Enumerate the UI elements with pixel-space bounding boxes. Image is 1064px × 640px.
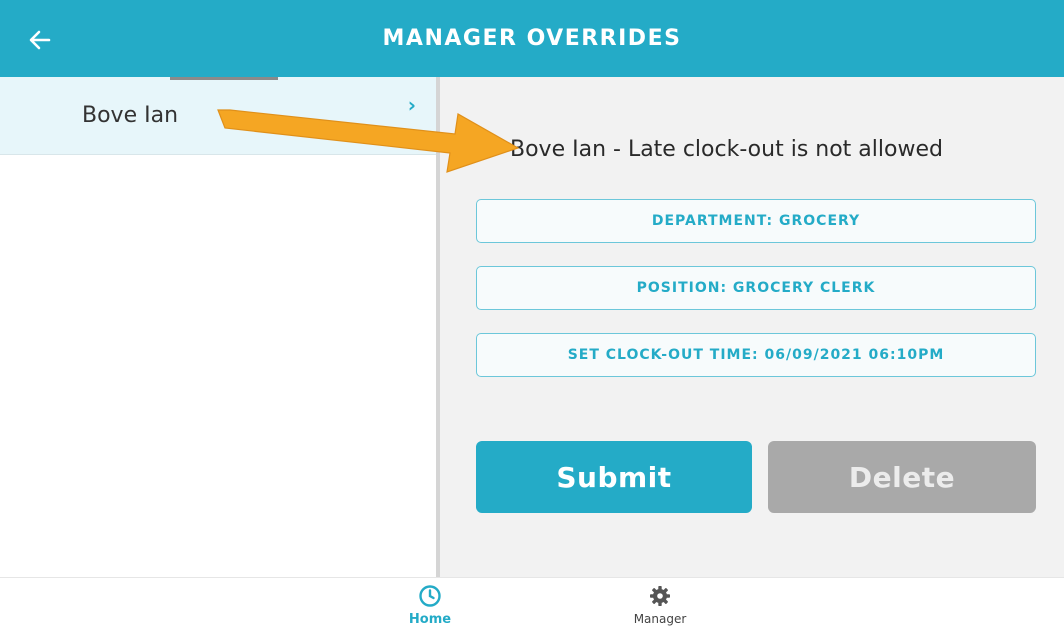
nav-home-label: Home — [408, 612, 452, 627]
clock-icon — [419, 585, 441, 607]
detail-panel: Bove Ian - Late clock-out is not allowed… — [440, 77, 1064, 577]
page-title: MANAGER OVERRIDES — [382, 26, 682, 51]
chevron-right-icon: › — [407, 93, 416, 117]
override-message: Bove Ian - Late clock-out is not allowed — [510, 137, 943, 162]
list-item-bove-ian[interactable]: Bove Ian › — [0, 77, 436, 155]
clock-out-time-button[interactable]: SET CLOCK-OUT TIME: 06/09/2021 06:10PM — [476, 333, 1036, 377]
back-button[interactable] — [20, 20, 60, 60]
gear-icon — [650, 586, 670, 606]
scroll-edge-divider — [170, 77, 278, 80]
app-header: MANAGER OVERRIDES — [0, 0, 1064, 77]
position-button[interactable]: POSITION: GROCERY CLERK — [476, 266, 1036, 310]
submit-button[interactable]: Submit — [476, 441, 752, 513]
list-item-label: Bove Ian — [82, 103, 179, 128]
employee-list: Bove Ian › — [0, 77, 436, 577]
back-arrow-icon — [29, 30, 51, 50]
department-button[interactable]: DEPARTMENT: GROCERY — [476, 199, 1036, 243]
nav-manager[interactable]: Manager — [620, 584, 700, 626]
bottom-navigation: Home Manager — [0, 577, 1064, 640]
delete-button[interactable]: Delete — [768, 441, 1036, 513]
nav-manager-label: Manager — [633, 612, 687, 626]
nav-home[interactable]: Home — [398, 584, 462, 627]
